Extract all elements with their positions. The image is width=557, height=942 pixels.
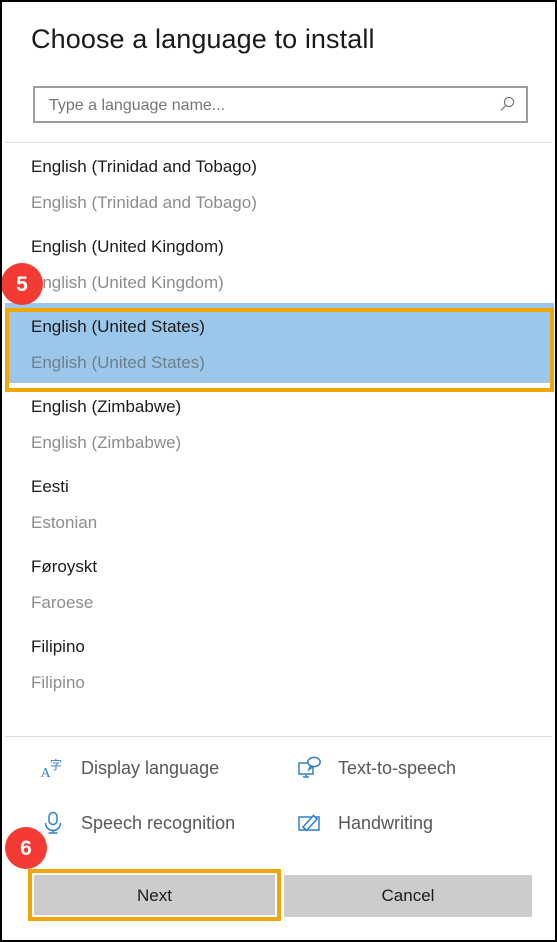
feature-handwriting: Handwriting [297,808,433,838]
language-list-item[interactable]: English (Zimbabwe) English (Zimbabwe) [5,383,554,463]
language-native-name: Føroyskt [31,557,98,576]
cancel-button[interactable]: Cancel [284,875,532,917]
language-english-name: English (United Kingdom) [31,273,224,292]
feature-text-to-speech: Text-to-speech [297,753,456,783]
language-native-name: English (Trinidad and Tobago) [31,157,257,176]
monitor-speech-bubble-icon [298,756,321,778]
feature-label: Text-to-speech [338,757,457,778]
language-english-name: English (United States) [31,353,205,372]
language-install-dialog: Choose a language to install English (Tr… [0,0,557,942]
language-native-name: English (United Kingdom) [31,237,224,256]
feature-label: Speech recognition [81,812,236,833]
search-icon[interactable] [497,95,517,115]
pen-writing-icon [298,814,320,832]
language-native-name: English (United States) [31,317,205,336]
feature-label: Handwriting [338,812,434,833]
language-list-item[interactable]: English (Trinidad and Tobago) English (Tr… [5,143,554,223]
language-list-item[interactable]: Filipino Filipino [5,623,554,703]
features-divider [5,736,552,737]
language-native-name: Filipino [31,637,85,656]
dialog-footer: Next Cancel [2,868,555,928]
search-box[interactable] [33,86,528,123]
language-list-item[interactable]: Føroyskt Faroese [5,543,554,623]
language-english-name: English (Zimbabwe) [31,433,182,452]
language-english-name: Filipino [31,673,85,692]
language-english-name: English (Trinidad and Tobago) [31,193,257,212]
next-button[interactable]: Next [34,875,275,917]
language-list-item[interactable]: English (United Kingdom) English (United … [5,223,554,303]
language-list-item[interactable]: Eesti Estonian [5,463,554,543]
search-input[interactable] [47,88,486,123]
feature-speech-recognition: Speech recognition [40,808,235,838]
translate-icon: A 字 [41,757,63,781]
feature-label: Display language [81,757,220,778]
page-title: Choose a language to install [31,24,375,54]
language-english-name: Estonian [31,513,98,532]
language-english-name: Faroese [31,593,94,612]
language-features: A 字 Display language Text-to-speech Spee… [2,744,555,842]
svg-text:字: 字 [50,757,62,772]
language-list[interactable]: English (Trinidad and Tobago) English (Tr… [5,143,554,735]
microphone-icon [44,811,62,834]
language-list-item[interactable]: English (United States) English (United S… [5,303,554,383]
language-native-name: Eesti [31,477,69,496]
feature-display-language: A 字 Display language [40,753,220,783]
language-native-name: English (Zimbabwe) [31,397,182,416]
